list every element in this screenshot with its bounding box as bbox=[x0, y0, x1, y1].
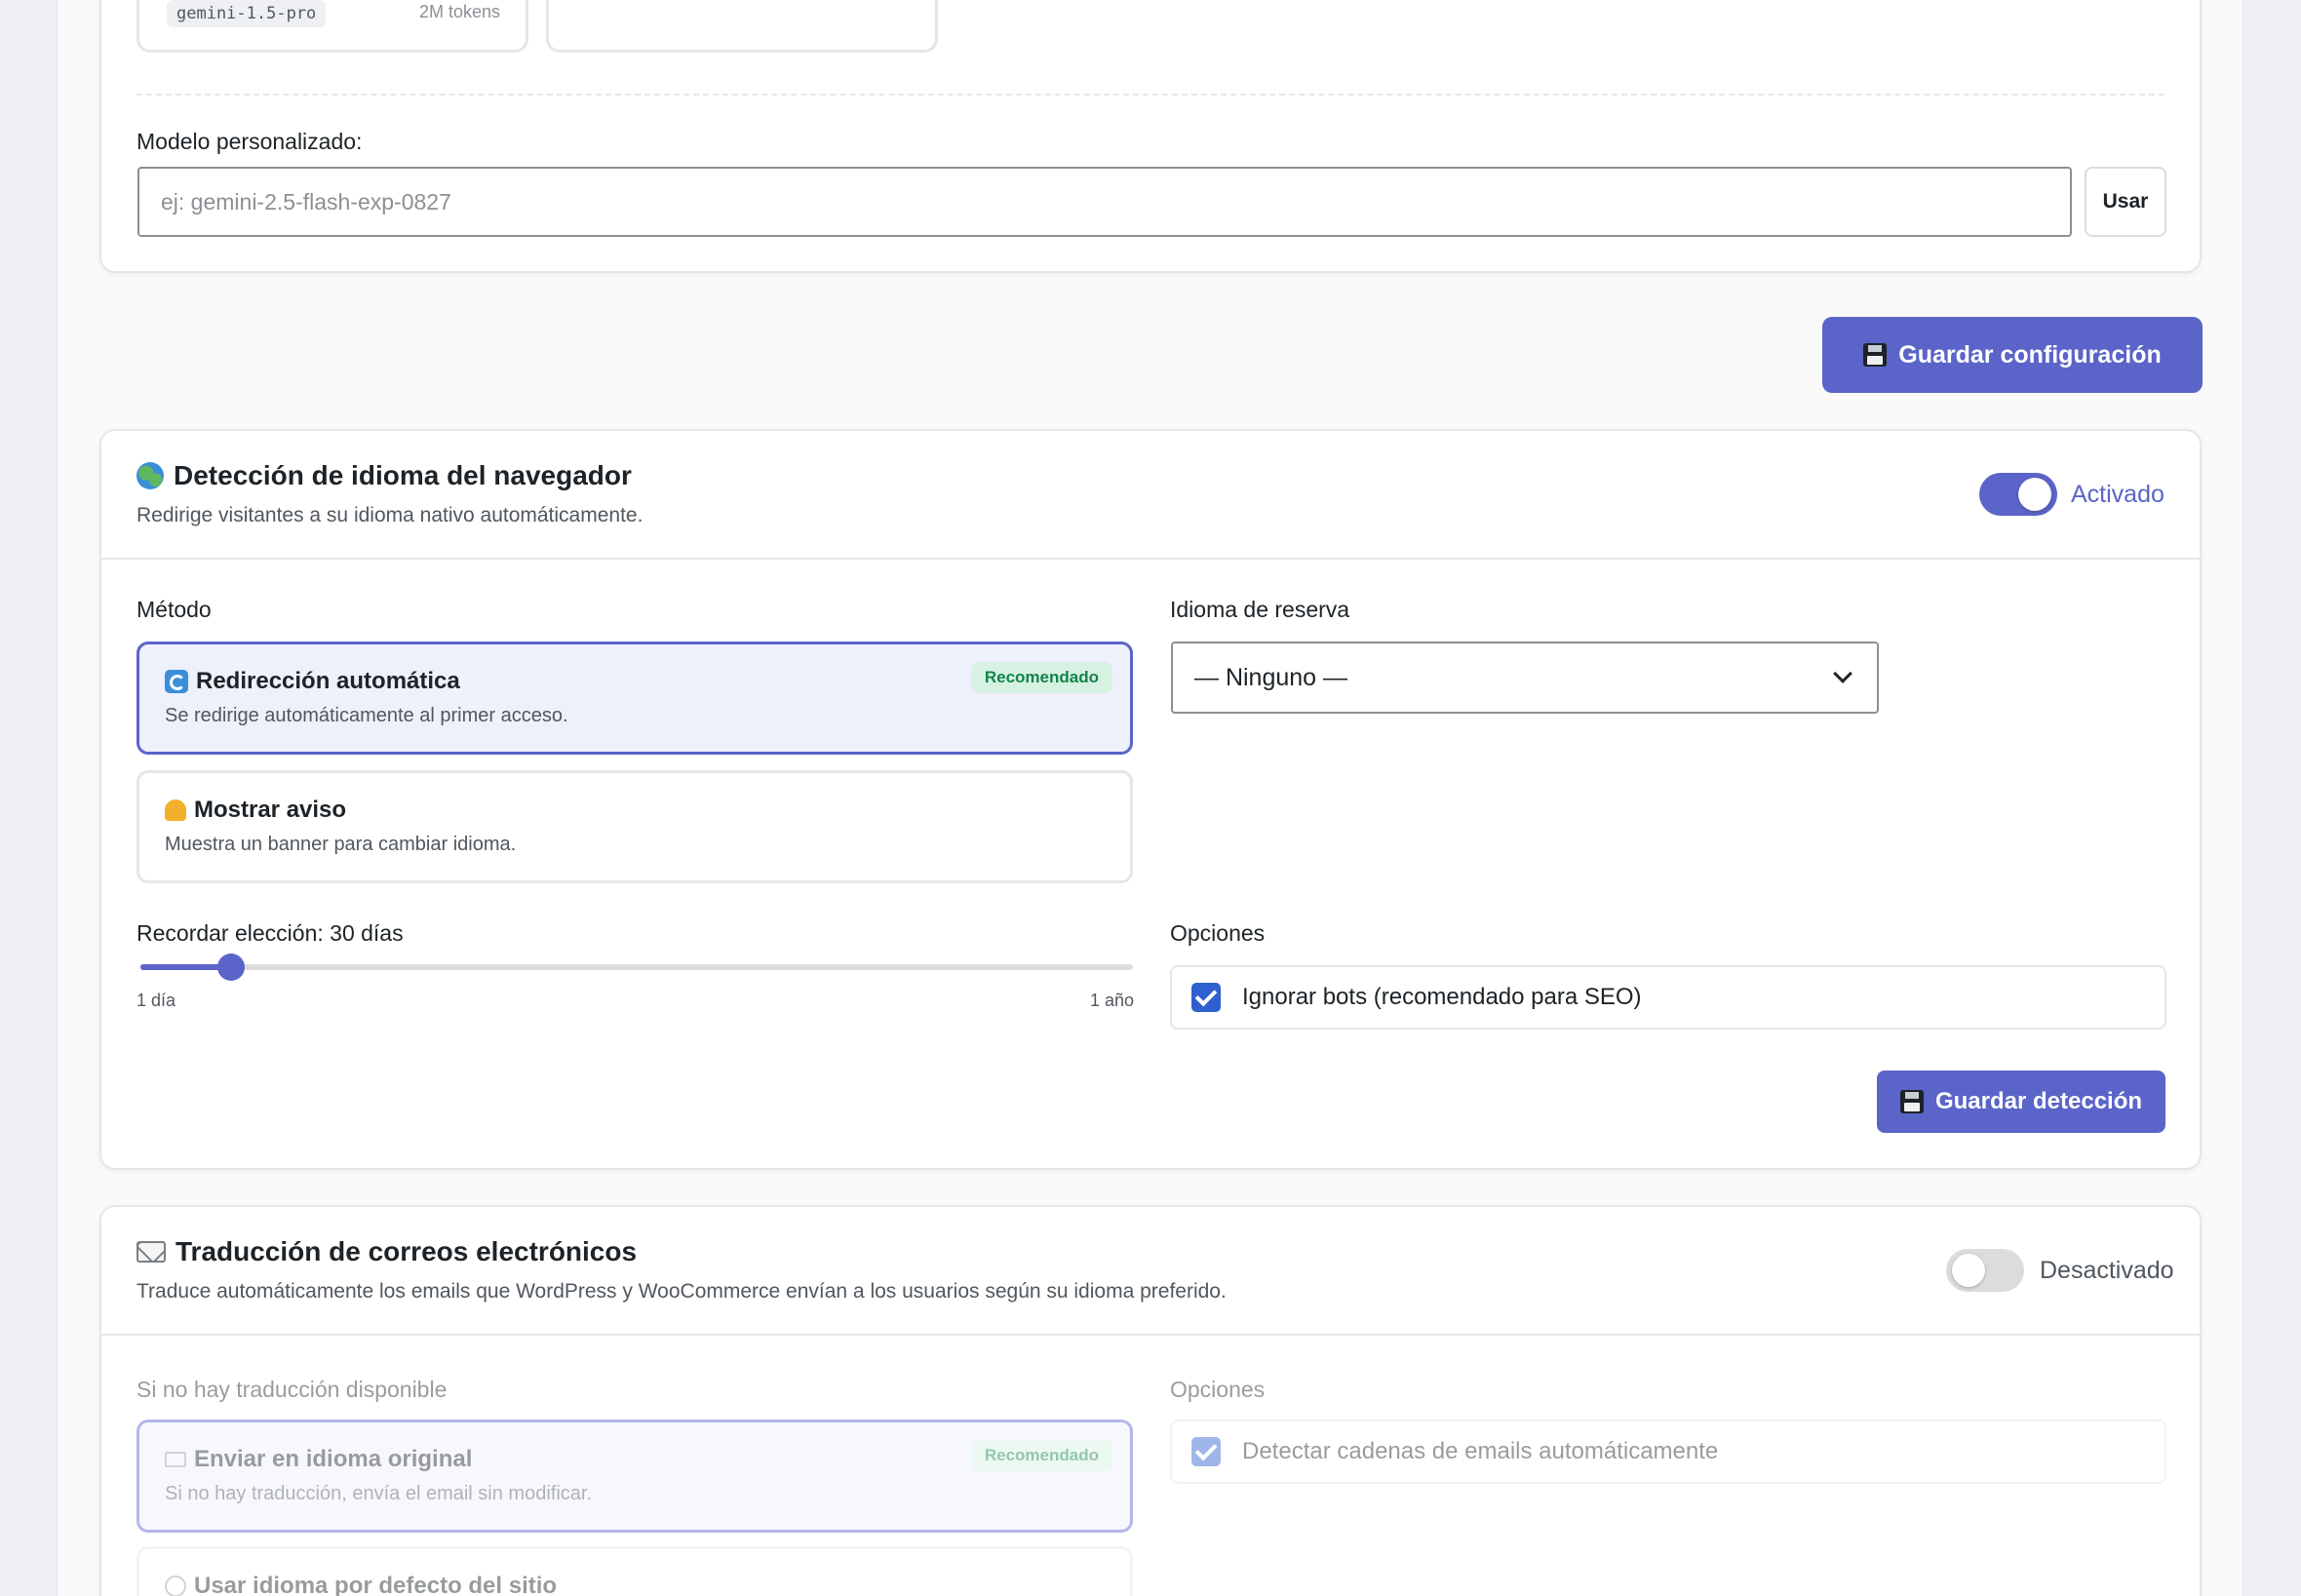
option-title: Mostrar aviso bbox=[165, 797, 346, 824]
emails-options-label: Opciones bbox=[1170, 1377, 1266, 1402]
custom-model-label: Modelo personalizado: bbox=[136, 129, 363, 154]
fallback-label: Idioma de reserva bbox=[1170, 597, 1350, 622]
detect-strings-checkbox[interactable] bbox=[1191, 1437, 1221, 1466]
toggle-knob bbox=[2018, 478, 2051, 511]
globe-icon bbox=[165, 1576, 186, 1596]
detection-title: Detección de idioma del navegador bbox=[174, 460, 632, 490]
email-translation-card: Traducción de correos electrónicos Tradu… bbox=[99, 1205, 2202, 1596]
recommended-badge: Recomendado bbox=[970, 1440, 1112, 1471]
model-card-gemini[interactable]: gemini-1.5-pro 2M tokens bbox=[136, 0, 528, 53]
model-card-empty[interactable] bbox=[546, 0, 938, 53]
envelope-icon bbox=[165, 1452, 186, 1467]
floppy-icon bbox=[1899, 1090, 1924, 1113]
chevron-down-icon bbox=[1833, 664, 1852, 683]
detect-strings-option[interactable]: Detectar cadenas de emails automáticamen… bbox=[1170, 1420, 2166, 1484]
method-label: Método bbox=[136, 597, 212, 622]
option-desc: Se redirige automáticamente al primer ac… bbox=[165, 705, 568, 726]
card-divider bbox=[101, 558, 2200, 560]
fallback-value: — Ninguno — bbox=[1194, 663, 1348, 691]
email-option-site-default[interactable]: Usar idioma por defecto del sitio bbox=[136, 1546, 1133, 1596]
model-tokens: 2M tokens bbox=[418, 2, 500, 21]
floppy-icon bbox=[1863, 343, 1888, 367]
language-detection-card: Detección de idioma del navegador Rediri… bbox=[99, 429, 2202, 1170]
model-settings-card: gemini-1.5-pro 2M tokens Modelo personal… bbox=[99, 0, 2202, 273]
email-option-original[interactable]: Enviar en idioma original Si no hay trad… bbox=[136, 1420, 1133, 1533]
slider-max-label: 1 año bbox=[1090, 991, 1135, 1010]
detect-strings-label: Detectar cadenas de emails automáticamen… bbox=[1242, 1438, 1719, 1464]
ignore-bots-checkbox[interactable] bbox=[1191, 983, 1221, 1012]
save-detection-button[interactable]: Guardar detección bbox=[1877, 1070, 2165, 1133]
custom-model-input[interactable] bbox=[137, 167, 2072, 237]
globe-icon bbox=[136, 462, 164, 489]
refresh-icon bbox=[165, 670, 188, 693]
use-model-button[interactable]: Usar bbox=[2085, 167, 2166, 237]
detection-toggle-label: Activado bbox=[2071, 481, 2164, 508]
method-option-auto-redirect[interactable]: Redirección automática Se redirige autom… bbox=[136, 642, 1133, 755]
detection-title-row: Detección de idioma del navegador bbox=[136, 460, 632, 491]
model-code: gemini-1.5-pro bbox=[167, 0, 327, 27]
detection-toggle[interactable] bbox=[1979, 473, 2057, 516]
option-desc: Si no hay traducción, envía el email sin… bbox=[165, 1483, 592, 1504]
option-desc: Muestra un banner para cambiar idioma. bbox=[165, 834, 517, 855]
ignore-bots-label: Ignorar bots (recomendado para SEO) bbox=[1242, 984, 1642, 1010]
no-translation-label: Si no hay traducción disponible bbox=[136, 1377, 448, 1402]
method-option-show-notice[interactable]: Mostrar aviso Muestra un banner para cam… bbox=[136, 770, 1133, 883]
bell-icon bbox=[165, 799, 186, 821]
divider bbox=[136, 94, 2164, 96]
remember-slider[interactable] bbox=[140, 954, 1133, 981]
save-detection-label: Guardar detección bbox=[1934, 1088, 2143, 1114]
emails-body: Si no hay traducción disponible Enviar e… bbox=[101, 1207, 2200, 1596]
slider-min-label: 1 día bbox=[136, 991, 176, 1010]
recommended-badge: Recomendado bbox=[970, 662, 1112, 693]
option-title: Redirección automática bbox=[165, 668, 460, 695]
option-title: Enviar en idioma original bbox=[165, 1446, 472, 1473]
option-title: Usar idioma por defecto del sitio bbox=[165, 1573, 557, 1596]
save-config-label: Guardar configuración bbox=[1898, 340, 2162, 369]
save-config-button[interactable]: Guardar configuración bbox=[1822, 317, 2203, 393]
detection-subtitle: Redirige visitantes a su idioma nativo a… bbox=[136, 504, 644, 526]
ignore-bots-option[interactable]: Ignorar bots (recomendado para SEO) bbox=[1170, 965, 2166, 1030]
fallback-language-select[interactable]: — Ninguno — bbox=[1171, 642, 1879, 714]
options-label: Opciones bbox=[1170, 920, 1266, 946]
slider-thumb[interactable] bbox=[217, 954, 245, 981]
remember-label: Recordar elección: 30 días bbox=[136, 920, 404, 946]
